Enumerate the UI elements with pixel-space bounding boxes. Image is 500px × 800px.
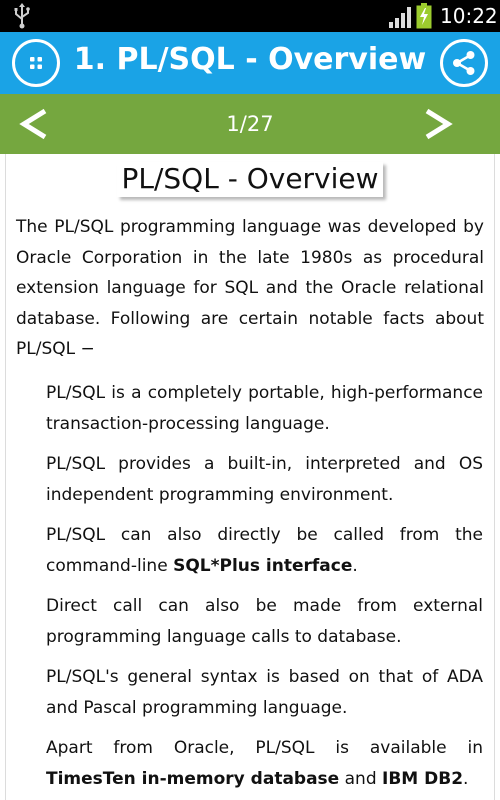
list-item: PL/SQL is a completely portable, high-pe…: [46, 383, 483, 434]
usb-icon: [14, 3, 30, 29]
chevron-right-icon[interactable]: [422, 106, 454, 142]
list-item: PL/SQL provides a built-in, interpreted …: [46, 454, 483, 505]
share-icon: [453, 51, 475, 75]
status-time: 10:22: [440, 4, 498, 28]
list-item: PL/SQL can also directly be called from …: [46, 525, 483, 576]
list-item: Apart from Oracle, PL/SQL is available i…: [46, 738, 483, 789]
content-border-right: [494, 154, 495, 800]
signal-icon: [389, 7, 411, 28]
app-header: 1. PL/SQL - Overview: [0, 32, 500, 94]
battery-charging-icon: [416, 3, 432, 29]
app-title: 1. PL/SQL - Overview: [73, 42, 427, 77]
bold-term: SQL*Plus interface: [173, 555, 353, 576]
status-bar: 10:22: [0, 0, 500, 32]
facts-list: PL/SQL is a completely portable, high-pe…: [46, 378, 483, 800]
menu-button[interactable]: [12, 39, 60, 87]
share-button[interactable]: [440, 39, 488, 87]
page-title: PL/SQL - Overview: [0, 162, 500, 197]
bold-term: IBM DB2: [382, 768, 464, 789]
article-content[interactable]: PL/SQL - Overview The PL/SQL programming…: [0, 154, 500, 800]
content-border-left: [5, 154, 6, 800]
bold-term: TimesTen in-memory database: [46, 768, 340, 789]
page-title-text: PL/SQL - Overview: [117, 162, 382, 197]
intro-paragraph: The PL/SQL programming language was deve…: [16, 217, 484, 359]
list-item: Direct call can also be made from extern…: [46, 596, 483, 647]
pager-bar: 1/27: [0, 94, 500, 154]
grid-dots-icon: [30, 57, 42, 69]
list-item: PL/SQL's general syntax is based on that…: [46, 667, 483, 718]
